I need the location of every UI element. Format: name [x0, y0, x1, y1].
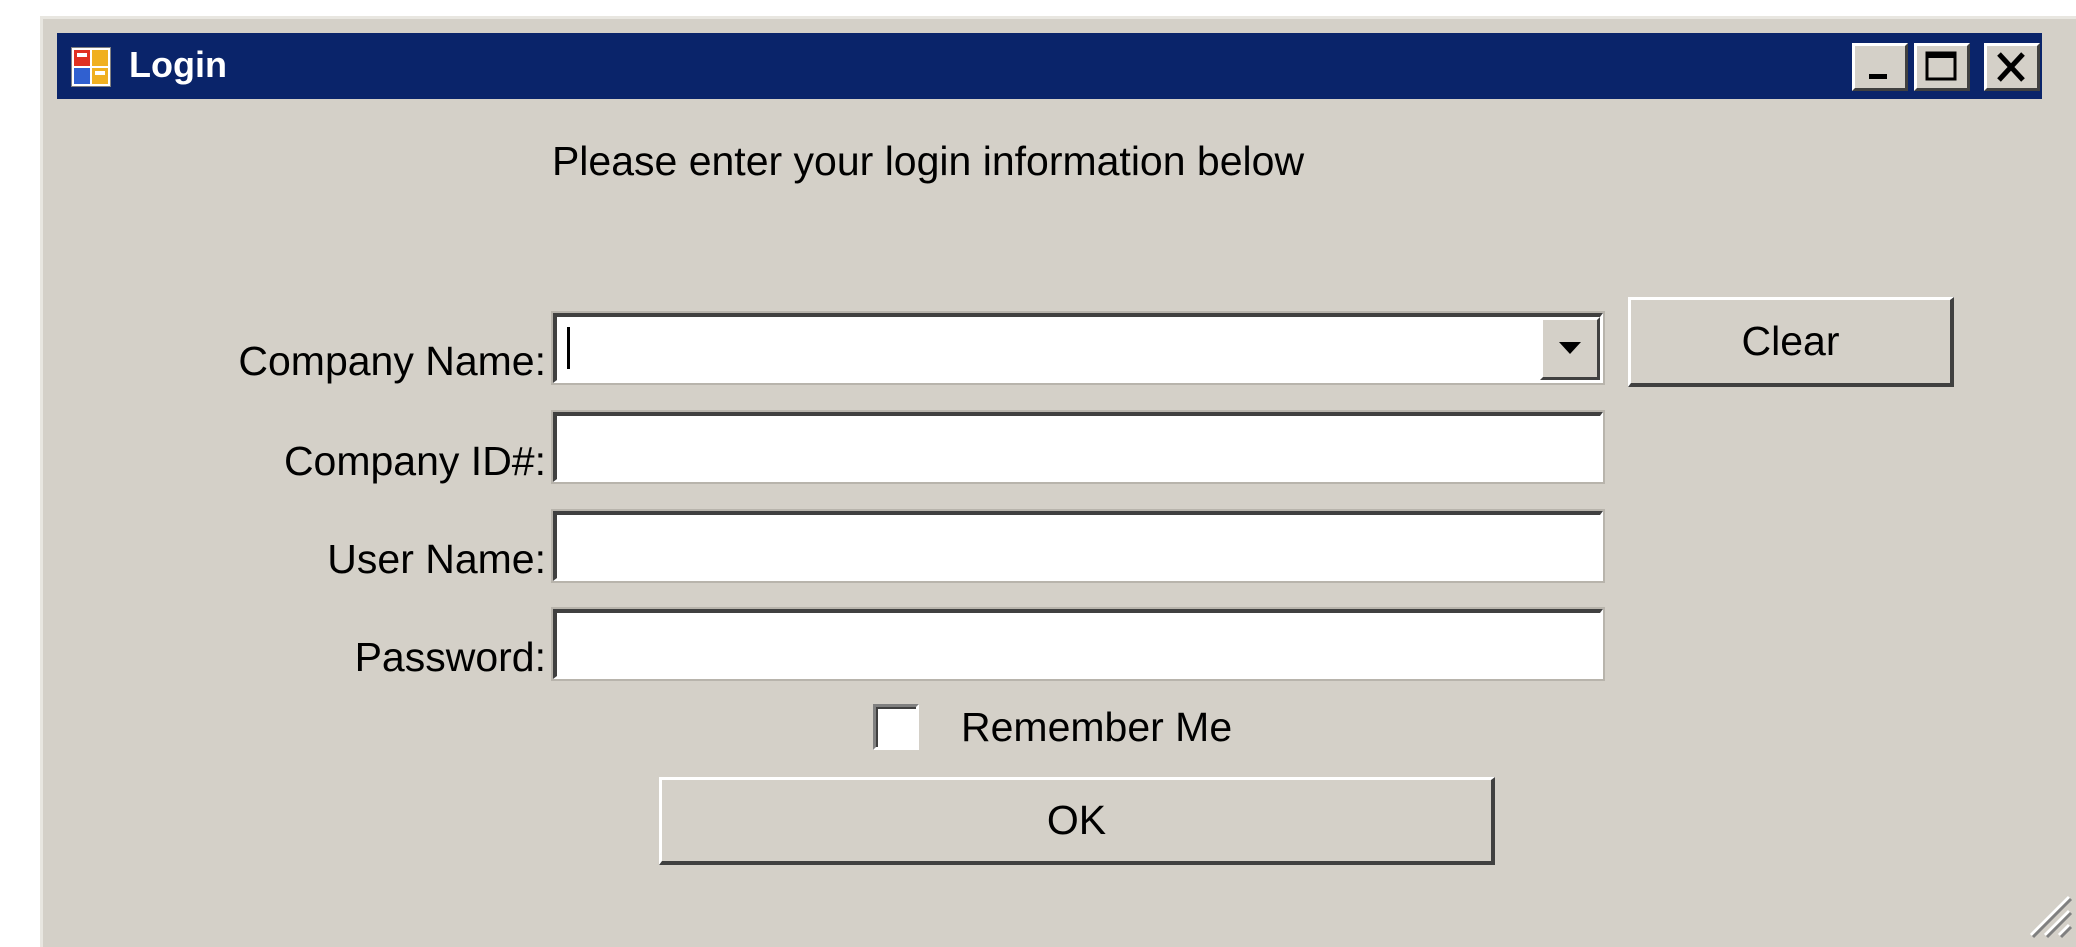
company-id-input[interactable] [557, 416, 1600, 479]
text-caret [567, 327, 570, 369]
ok-button[interactable]: OK [659, 777, 1495, 865]
close-icon [1997, 52, 2025, 82]
company-id-label: Company ID#: [283, 438, 546, 484]
login-window: Login Please enter your login informatio… [40, 16, 2076, 947]
instruction-text: Please enter your login information belo… [551, 138, 1305, 184]
maximize-icon [1925, 51, 1957, 81]
minimize-button[interactable] [1852, 43, 1908, 91]
clear-button[interactable]: Clear [1628, 297, 1954, 387]
resize-grip-icon[interactable] [2023, 889, 2073, 939]
maximize-button[interactable] [1914, 43, 1970, 91]
remember-me-checkbox[interactable] [873, 704, 919, 750]
remember-me-label[interactable]: Remember Me [961, 703, 1232, 751]
user-name-label: User Name: [327, 536, 546, 582]
company-id-field[interactable] [553, 412, 1603, 482]
title-bar[interactable]: Login [57, 33, 2042, 99]
minimize-icon [1869, 74, 1887, 79]
user-name-input[interactable] [557, 515, 1600, 578]
password-input[interactable] [557, 613, 1600, 676]
app-window-icon [70, 46, 112, 88]
chevron-down-icon [1559, 342, 1581, 354]
company-name-label: Company Name: [238, 338, 546, 384]
close-button[interactable] [1984, 43, 2040, 91]
password-label: Password: [354, 634, 546, 680]
company-name-dropdown-button[interactable] [1540, 317, 1600, 380]
password-field[interactable] [553, 609, 1603, 679]
window-title: Login [129, 44, 227, 85]
company-name-combobox[interactable] [553, 313, 1603, 383]
company-name-input[interactable] [557, 317, 1600, 380]
user-name-field[interactable] [553, 511, 1603, 581]
